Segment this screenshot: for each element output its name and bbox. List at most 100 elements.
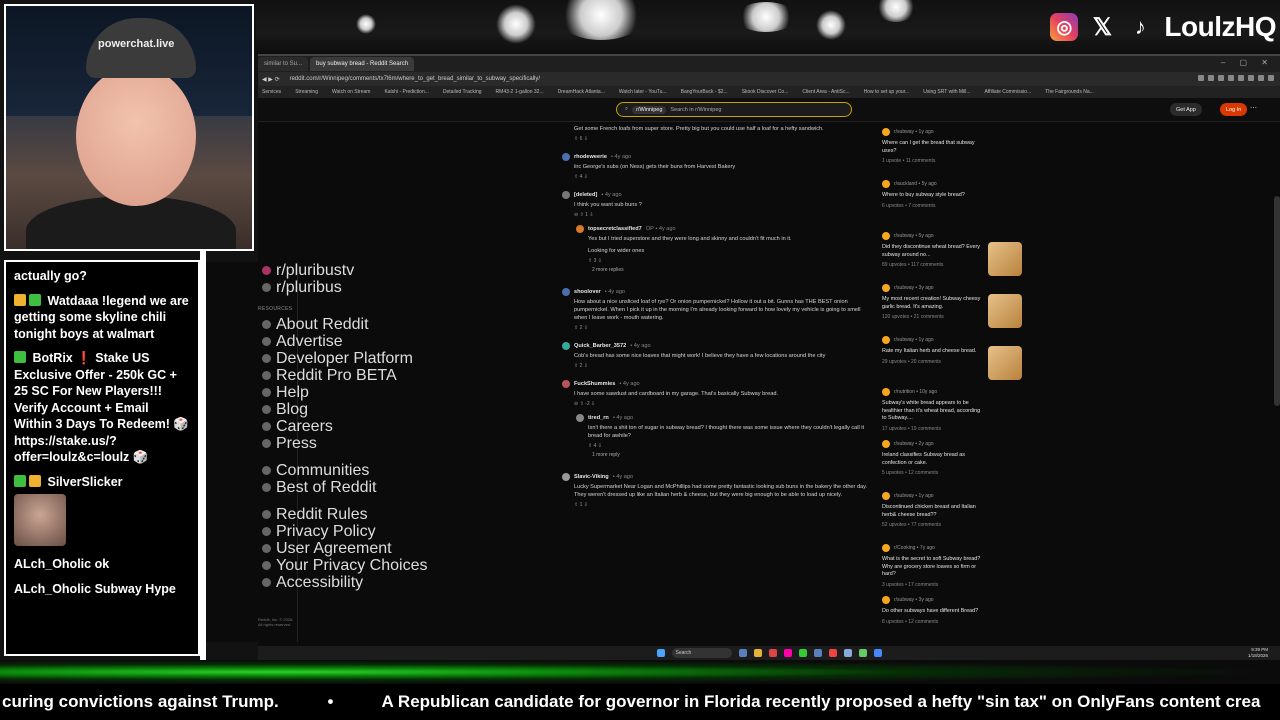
bookmark[interactable]: Watch later - YouTu... — [619, 89, 667, 95]
avatar[interactable] — [562, 473, 570, 481]
related-post-thumbnail[interactable] — [988, 242, 1022, 276]
scrollbar[interactable] — [1274, 196, 1280, 406]
avatar[interactable] — [562, 380, 570, 388]
related-post[interactable]: r/subway • 1y ago Rate my Italian herb an… — [882, 336, 1022, 382]
vote-controls[interactable]: ⇧ 4 ⇩ — [562, 174, 872, 180]
extension-icon[interactable] — [1198, 75, 1204, 81]
related-post-title[interactable]: Discontinued chicken breast and Italian … — [882, 504, 1022, 519]
related-post-title[interactable]: Where to buy subway style bread? — [882, 192, 1022, 200]
comment-username[interactable]: [deleted] — [574, 192, 597, 198]
avatar[interactable] — [576, 414, 584, 422]
url-text[interactable]: reddit.com/r/Winnipeg/comments/tx7l6m/wh… — [290, 76, 540, 82]
nav-item[interactable]: User Agreement — [206, 540, 392, 557]
extension-icon[interactable] — [1218, 75, 1224, 81]
nav-item[interactable]: About Reddit — [206, 316, 369, 333]
more-replies-link[interactable]: 2 more replies — [576, 267, 872, 273]
comment-username[interactable]: tired_rn — [588, 415, 609, 421]
comment-username[interactable]: Slavic-Viking — [574, 474, 609, 480]
system-clock[interactable]: 9:39 PM 1/18/2026 — [1248, 647, 1268, 659]
bookmark[interactable]: Skook Discover Co... — [742, 89, 789, 95]
vote-controls[interactable]: ⇧ 2 ⇩ — [562, 363, 872, 369]
vote-controls[interactable]: ⊖ ⇧ 1 ⇩ — [562, 212, 872, 218]
nav-item[interactable]: Best of Reddit — [206, 479, 377, 496]
avatar[interactable] — [562, 153, 570, 161]
bookmark[interactable]: How to set up your... — [864, 89, 910, 95]
vote-controls[interactable]: ⇧ 4 ⇩ — [576, 443, 872, 449]
extension-icon[interactable] — [1228, 75, 1234, 81]
login-button[interactable]: Log In — [1220, 103, 1248, 116]
related-post[interactable]: r/Cooking • 7y ago What is the secret to … — [882, 544, 1022, 590]
related-post[interactable]: r/subway • 1y ago Discontinued chicken br… — [882, 492, 1022, 538]
taskbar-search[interactable]: Search — [671, 648, 732, 658]
app-icon[interactable] — [813, 649, 822, 657]
related-post-title[interactable]: Subway's white bread appears to be healt… — [882, 400, 1022, 423]
vote-controls[interactable]: ⇧ 6 ⇩ — [562, 136, 872, 142]
folder-icon[interactable] — [753, 649, 762, 657]
nav-section-head[interactable]: RESOURCES — [206, 306, 297, 312]
nav-community[interactable]: r/pluribus — [206, 279, 342, 296]
extension-icon[interactable] — [1208, 75, 1214, 81]
related-post-title[interactable]: Do other subways have different Bread? — [882, 608, 1022, 616]
avatar[interactable] — [576, 225, 584, 233]
subreddit-chip[interactable]: r/Winnipeg — [632, 105, 667, 114]
app-icon[interactable] — [798, 649, 807, 657]
bookmark[interactable]: DreamHack Atlanta... — [558, 89, 605, 95]
nav-item[interactable]: Your Privacy Choices — [206, 557, 427, 574]
app-icon[interactable] — [858, 649, 867, 657]
nav-item[interactable]: Reddit Pro BETA — [206, 367, 397, 384]
nav-community[interactable]: r/pluribustv — [206, 262, 354, 279]
related-post[interactable]: r/auckland • 5y ago Where to buy subway s… — [882, 180, 1022, 226]
nav-item[interactable]: Developer Platform — [206, 350, 413, 367]
browser-tab-active[interactable]: buy subway bread - Reddit Search — [310, 57, 415, 71]
bookmark[interactable]: Affiliate Commissio... — [985, 89, 1032, 95]
bookmark[interactable]: Detailed Tracking — [443, 89, 482, 95]
bookmark[interactable]: The Fairgrounds Na... — [1045, 89, 1094, 95]
avatar[interactable] — [562, 342, 570, 350]
bookmark[interactable]: Streaming — [295, 89, 318, 95]
app-icon[interactable] — [768, 649, 777, 657]
related-post-title[interactable]: What is the secret to soft Subway bread?… — [882, 556, 1022, 579]
vote-controls[interactable]: ⇧ 1 ⇩ — [562, 502, 872, 508]
related-post[interactable]: r/subway • 5y ago Did they discontinue wh… — [882, 232, 1022, 278]
related-post[interactable]: r/nutrition • 10y ago Subway's white brea… — [882, 388, 1022, 434]
extension-icon[interactable] — [1248, 75, 1254, 81]
related-post[interactable]: r/subway • 3y ago My most recent creation… — [882, 284, 1022, 330]
get-app-button[interactable]: Get App — [1170, 103, 1202, 116]
app-icon[interactable] — [738, 649, 747, 657]
related-post-thumbnail[interactable] — [988, 346, 1022, 380]
related-post[interactable]: r/subway • 1y ago Where can I get the bre… — [882, 128, 1022, 174]
comment-username[interactable]: shoolover — [574, 289, 601, 295]
browser-tab[interactable]: similar to Su... — [258, 57, 309, 71]
nav-item[interactable]: Reddit Rules — [206, 506, 368, 523]
comment-username[interactable]: rhodeweerie — [574, 154, 607, 160]
address-bar[interactable]: ◀ ▶ ⟳ reddit.com/r/Winnipeg/comments/tx7… — [258, 72, 1280, 86]
extension-icon[interactable] — [1238, 75, 1244, 81]
more-replies-link[interactable]: 1 more reply — [576, 452, 872, 458]
bookmark[interactable]: BangYourBuck - $2... — [681, 89, 728, 95]
bookmark[interactable]: Watch on Stream — [332, 89, 370, 95]
nav-item[interactable]: Advertise — [206, 333, 343, 350]
related-post[interactable]: r/subway • 2y ago Ireland classifies Subw… — [882, 440, 1022, 486]
comment-username[interactable]: topsecretclassified7 — [588, 226, 642, 232]
bookmark[interactable]: RM43-2 1-gallon 32... — [496, 89, 544, 95]
related-post-thumbnail[interactable] — [988, 294, 1022, 328]
nav-arrows-icon[interactable]: ◀ ▶ ⟳ — [262, 76, 280, 83]
related-post[interactable]: r/subway • 3y ago Do other subways have d… — [882, 596, 1022, 642]
comment-username[interactable]: FuckShummies — [574, 381, 615, 387]
nav-item[interactable]: Communities — [206, 462, 369, 479]
bookmark[interactable]: Kalshi - Prediction... — [384, 89, 428, 95]
search-input[interactable]: ⌕ r/Winnipeg Search in r/Winnipeg — [616, 102, 852, 117]
related-post-title[interactable]: Ireland classifies Subway bread as confe… — [882, 452, 1022, 467]
bookmark[interactable]: Using SRT with Mill... — [923, 89, 970, 95]
nav-item[interactable]: Press — [206, 435, 317, 452]
app-icon[interactable] — [873, 649, 882, 657]
avatar[interactable] — [562, 288, 570, 296]
vote-controls[interactable]: ⇧ 2 ⇩ — [562, 325, 872, 331]
more-icon[interactable]: ⋯ — [1250, 104, 1257, 112]
extension-icons[interactable] — [1198, 75, 1274, 81]
app-icon[interactable] — [828, 649, 837, 657]
related-post-title[interactable]: Where can I get the bread that subway us… — [882, 140, 1022, 155]
window-controls[interactable]: – ▢ ✕ — [1221, 58, 1274, 67]
nav-item[interactable]: Privacy Policy — [206, 523, 376, 540]
windows-start-icon[interactable] — [656, 649, 665, 657]
